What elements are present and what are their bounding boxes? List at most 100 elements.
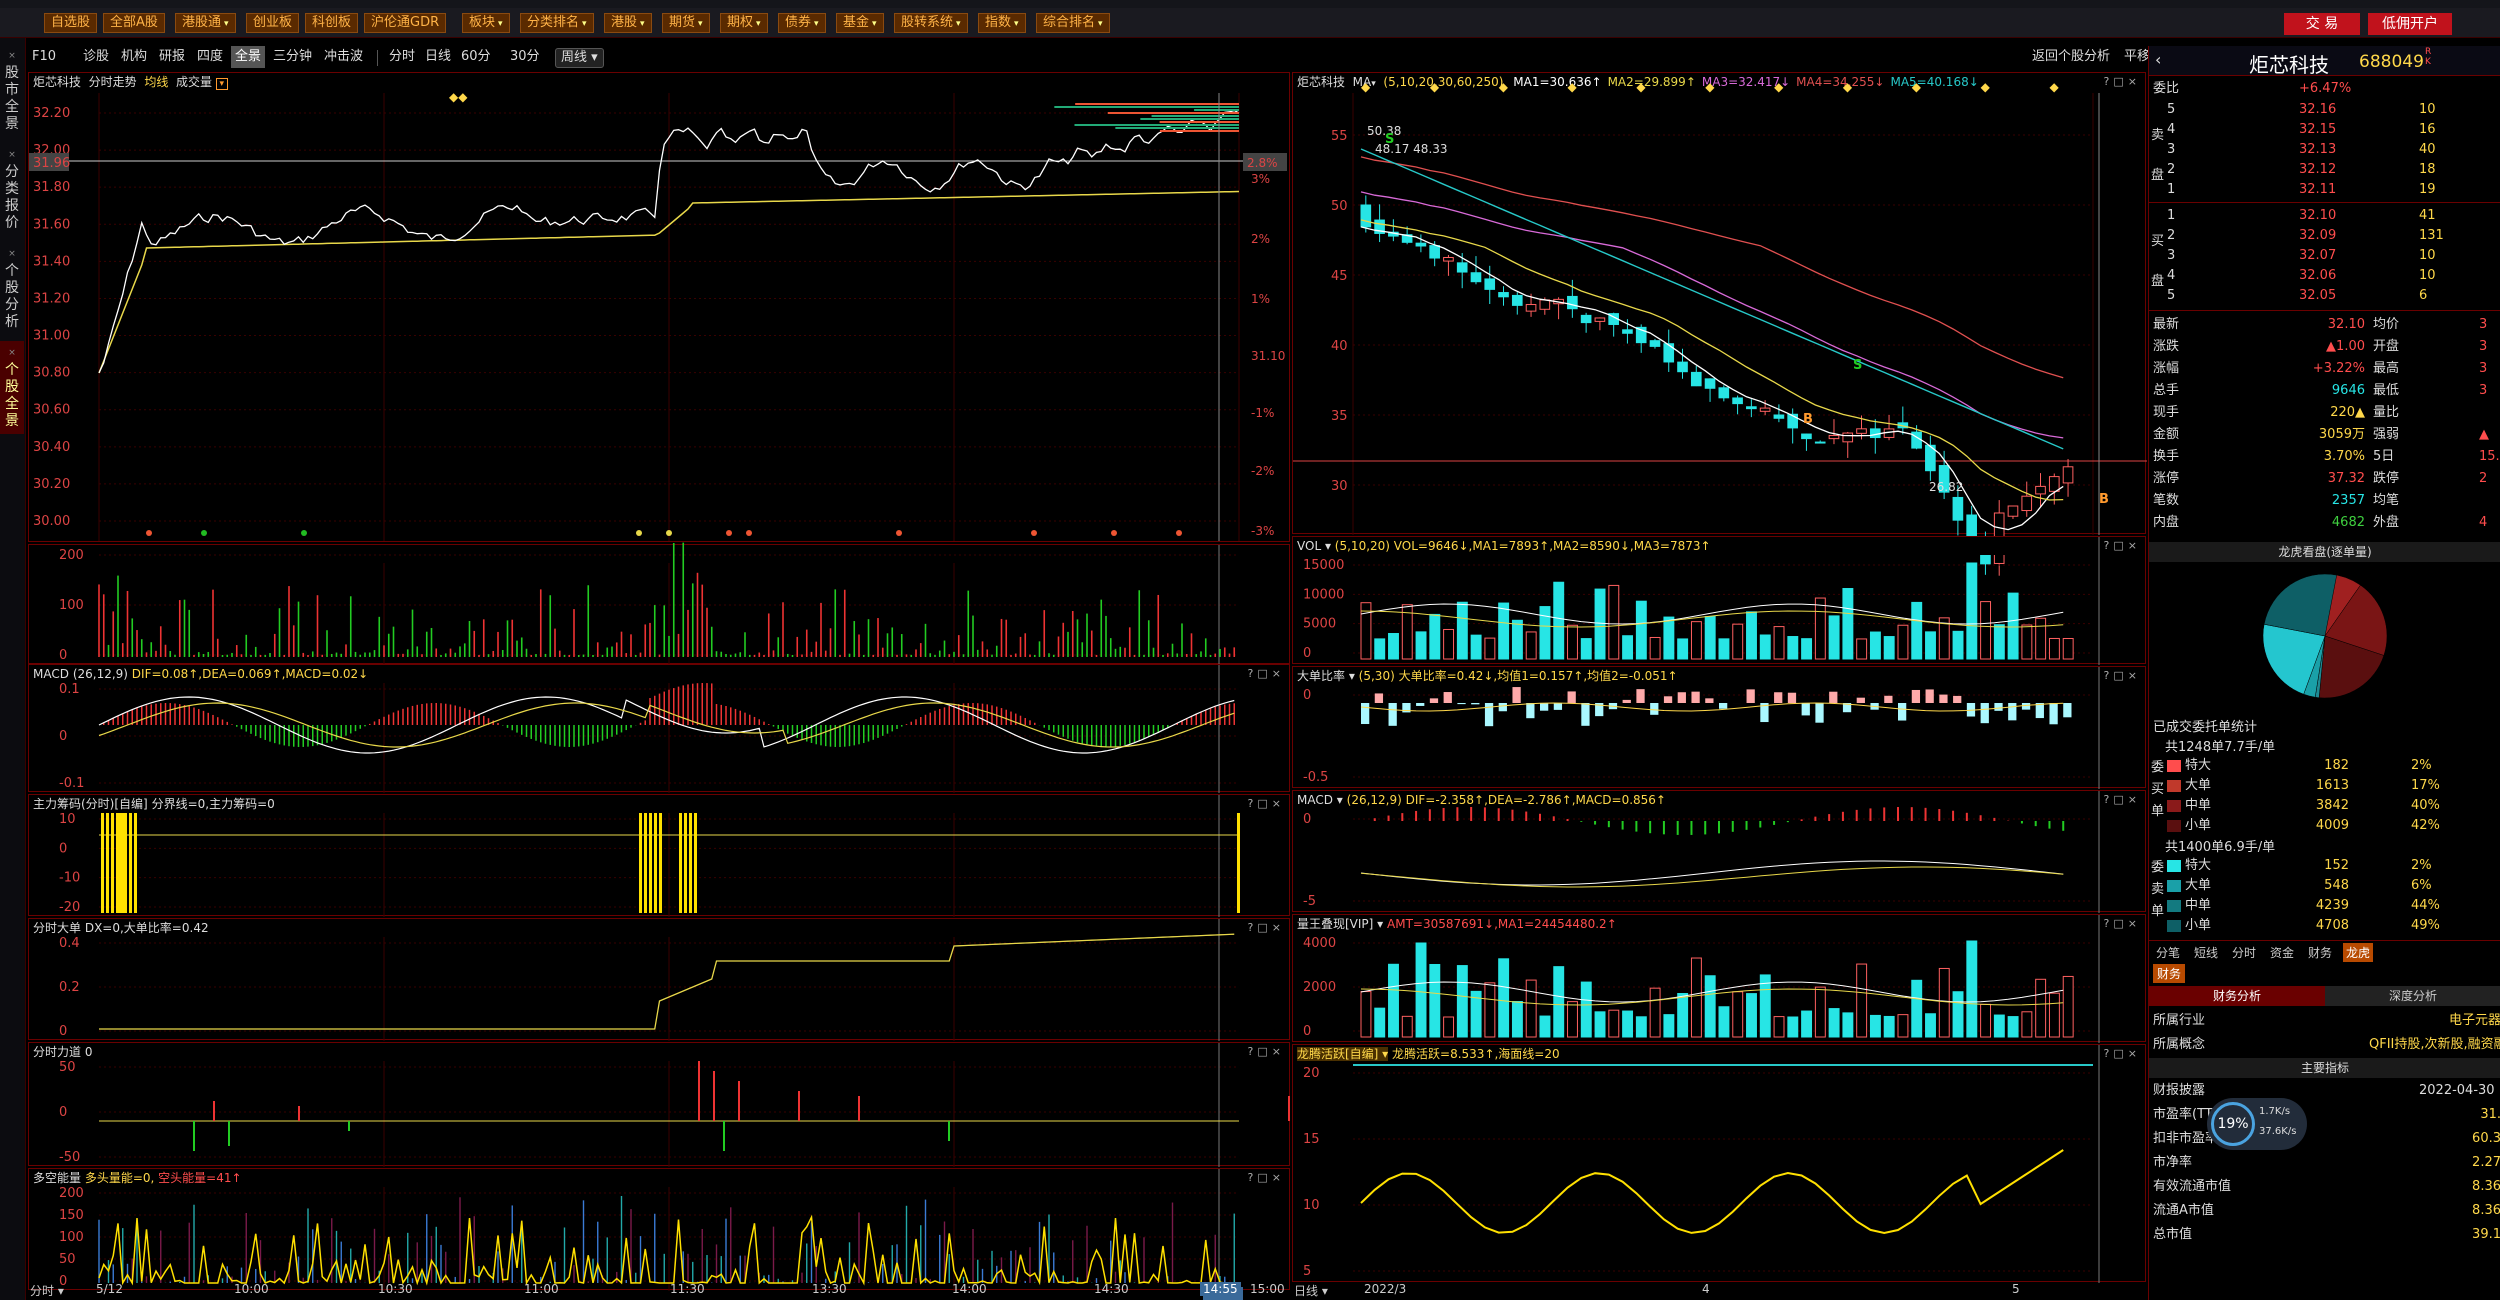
volume-bar <box>1443 628 1455 660</box>
fin-row: 有效流通市值 8.36 <box>2149 1176 2500 1198</box>
menu-item-5[interactable]: 沪伦通GDR <box>364 13 447 33</box>
fin-label: 流通A市值 <box>2153 1203 2214 1218</box>
volume-bar <box>1897 1014 1909 1038</box>
y-label: 0 <box>1303 812 1311 827</box>
candle-body <box>1415 242 1427 247</box>
ratio-bar <box>1526 703 1535 719</box>
close-icon[interactable]: × <box>0 345 24 362</box>
level: 5 <box>2167 288 2176 303</box>
volume-bar <box>1553 581 1565 660</box>
menu-item-0[interactable]: 自选股 <box>44 13 98 33</box>
close-icon[interactable]: × <box>0 147 24 164</box>
menu-item-15[interactable]: 综合排名 ▾ <box>1036 13 1110 33</box>
bottom-tab-0[interactable]: 分笔 <box>2153 943 2183 962</box>
ratio-bar <box>1939 694 1948 703</box>
menu-item-1[interactable]: 全部A股 <box>103 13 165 33</box>
menu-item-8[interactable]: 港股 ▾ <box>604 13 652 33</box>
volume-bar <box>1622 635 1634 660</box>
close-icon[interactable]: × <box>0 246 24 263</box>
volume-bar <box>1718 1006 1730 1038</box>
fin-sub-tab-2[interactable]: 深度分析 <box>2325 986 2500 1006</box>
side-label: 卖 <box>2151 882 2165 897</box>
chevron-down-icon: ▾ <box>498 19 503 29</box>
bottom-tab-2[interactable]: 分时 <box>2229 943 2259 962</box>
toolbar-tab-7[interactable]: 冲击波 <box>320 46 367 68</box>
left-rail: × 股市全景 × 分类报价 × 个股分析 × 个股全景 <box>0 38 26 1300</box>
volume-bar <box>1608 1009 1620 1038</box>
toolbar-tab-6[interactable]: 三分钟 <box>269 46 316 68</box>
menu-item-3[interactable]: 创业板 <box>246 13 300 33</box>
menu-item-13[interactable]: 股转系统 ▾ <box>894 13 968 33</box>
close-icon[interactable]: × <box>0 48 24 65</box>
menu-item-label: 期货 <box>669 15 696 30</box>
candle-body <box>1718 387 1730 399</box>
menu-item-4[interactable]: 科创板 <box>305 13 359 33</box>
price: 32.10 <box>2299 208 2337 223</box>
candle-body <box>1663 343 1675 363</box>
volume-bar <box>1938 967 1950 1038</box>
bottom-tab-5[interactable]: 龙虎 <box>2343 943 2374 962</box>
stat-value2: 3 <box>2479 317 2488 332</box>
toolbar-tab-1[interactable]: 诊股 <box>79 46 113 68</box>
volume-bar <box>1801 1010 1813 1038</box>
time-axis-start[interactable]: 分时 ▾ <box>30 1282 64 1299</box>
chevron-down-icon: ▾ <box>224 19 229 29</box>
bottom-tab-1[interactable]: 短线 <box>2191 943 2221 962</box>
fin-sub-tab-1[interactable]: 财务分析 <box>2149 986 2325 1006</box>
left-rail-tab-3[interactable]: × 个股全景 <box>0 341 24 434</box>
return-analysis-link[interactable]: 返回个股分析 <box>2028 46 2114 68</box>
toolbar-tab-3[interactable]: 研报 <box>155 46 189 68</box>
open-account-button[interactable]: 低佣开户 <box>2368 13 2452 35</box>
fin-value: 8.36 <box>2472 1179 2500 1194</box>
daily-axis-start[interactable]: 日线 ▾ <box>1294 1282 1328 1299</box>
menu-item-10[interactable]: 期权 ▾ <box>720 13 768 33</box>
fin-tab[interactable]: 财务 <box>2153 964 2186 983</box>
period-select[interactable]: 周线 ▾ <box>555 48 604 68</box>
trade-button[interactable]: 交 易 <box>2284 13 2360 35</box>
big-order-line <box>99 933 1235 1030</box>
y-label: 35 <box>1331 409 1348 424</box>
toolbar-tab-0[interactable]: F10 <box>28 46 60 68</box>
volume-bar <box>1828 615 1840 660</box>
menu-item-6[interactable]: 板块 ▾ <box>462 13 510 33</box>
volume: 18 <box>2419 162 2436 177</box>
candle-body <box>1622 329 1633 334</box>
toolbar-tab-5[interactable]: 全景 <box>231 46 266 68</box>
menu-item-label: 期权 <box>727 15 754 30</box>
ma-line <box>1360 191 2064 439</box>
bottom-tab-4[interactable]: 财务 <box>2305 943 2335 962</box>
buy-signal: B <box>1803 412 1813 427</box>
ratio-avg <box>1360 702 2064 712</box>
intraday-subpanel-2: 主力筹码(分时)[自编] 分界线=0,主力筹码=0 ?□× 10 0 -10 -20 <box>28 794 1290 917</box>
y-label: 50 <box>59 1060 76 1075</box>
period-tab-2[interactable]: 60分 <box>457 46 495 68</box>
price: 32.09 <box>2299 228 2337 243</box>
menu-item-9[interactable]: 期货 ▾ <box>662 13 710 33</box>
left-rail-tab-0[interactable]: × 股市全景 <box>0 44 24 137</box>
depth-bar <box>1115 127 1239 129</box>
left-rail-tab-2[interactable]: × 个股分析 <box>0 242 24 335</box>
volume-bar <box>1635 1016 1647 1038</box>
menu-item-label: 创业板 <box>253 15 293 30</box>
toolbar-tab-4[interactable]: 四度 <box>193 46 227 68</box>
volume-bar <box>1415 942 1427 1038</box>
order-kind: 小单 <box>2185 818 2212 833</box>
left-rail-tab-1[interactable]: × 分类报价 <box>0 143 24 236</box>
bottom-tab-3[interactable]: 资金 <box>2267 943 2297 962</box>
subpanel-chart: 20 15 10 5 <box>1303 1045 2100 1283</box>
period-tab-3[interactable]: 30分 <box>506 46 544 68</box>
chip-bar <box>106 813 109 913</box>
ratio-bar <box>1898 703 1907 721</box>
back-icon[interactable]: ‹ <box>2155 50 2161 69</box>
menu-item-14[interactable]: 指数 ▾ <box>978 13 1026 33</box>
toolbar-tab-2[interactable]: 机构 <box>117 46 151 68</box>
time-label: 14:30 <box>1094 1282 1129 1296</box>
period-tab-0[interactable]: 分时 <box>385 46 419 68</box>
menu-item-12[interactable]: 基金 ▾ <box>836 13 884 33</box>
menu-item-2[interactable]: 港股通 ▾ <box>175 13 236 33</box>
order-row: 中单 4239 44% <box>2149 896 2500 916</box>
menu-item-7[interactable]: 分类排名 ▾ <box>520 13 594 33</box>
diamond-icon: ◆ <box>2049 80 2059 94</box>
period-tab-1[interactable]: 日线 <box>421 46 455 68</box>
menu-item-11[interactable]: 债券 ▾ <box>778 13 826 33</box>
